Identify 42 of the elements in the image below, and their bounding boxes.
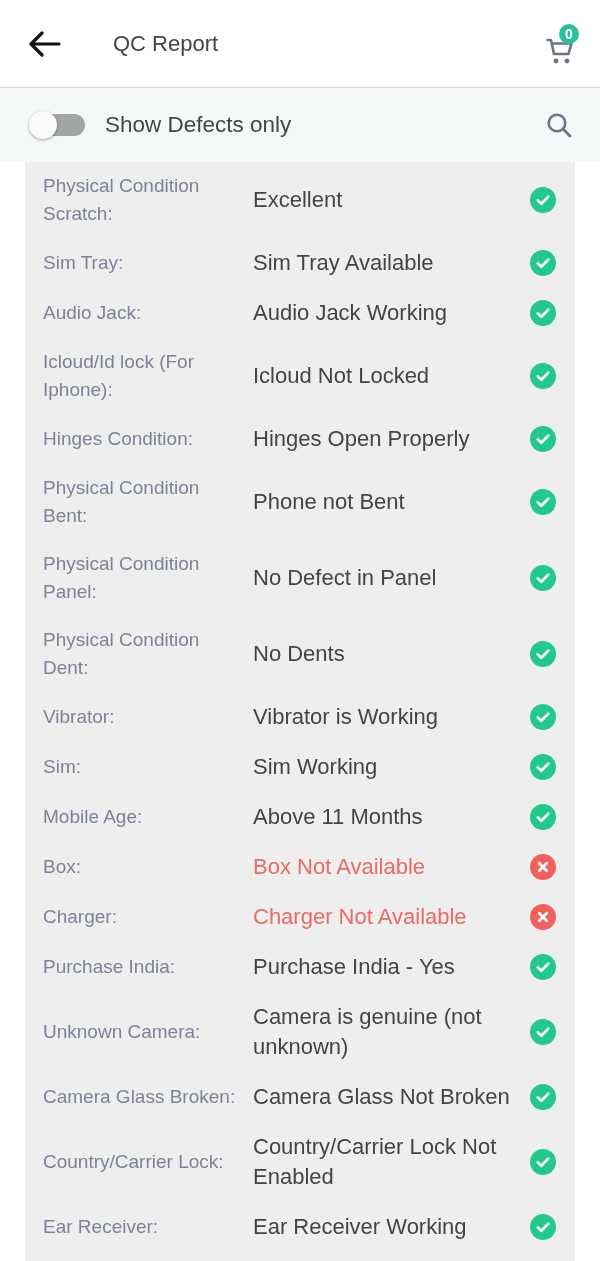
check-result: Country/Carrier Lock Not Enabled — [253, 1133, 498, 1191]
check-result: Camera Glass Not Broken — [253, 1083, 511, 1111]
check-label: Ear Receiver: — [43, 1215, 160, 1239]
check-result: Audio Jack Working — [253, 299, 448, 327]
check-result: Hinges Open Properly — [253, 425, 471, 453]
check-result: Excellent — [253, 186, 344, 214]
check-label: Vibrator: — [43, 705, 116, 729]
check-result: Phone not Bent — [253, 488, 406, 516]
page-title: QC Report — [113, 30, 220, 57]
check-result: Sim Working — [253, 753, 379, 781]
check-label: Sim: — [43, 755, 82, 779]
check-label: Physical Condition Panel: — [43, 552, 201, 604]
check-label: Unknown Camera: — [43, 1020, 202, 1044]
check-result: No Dents — [253, 640, 346, 668]
search-icon[interactable] — [546, 112, 572, 138]
check-label: Country/Carrier Lock: — [43, 1150, 225, 1174]
check-label: Box: — [43, 855, 83, 879]
check-label: Physical Condition Dent: — [43, 628, 201, 680]
defect-result: Charger Not Available — [253, 903, 468, 931]
check-result: Camera is genuine (not unknown) — [253, 1003, 483, 1061]
check-label: Hinges Condition: — [43, 427, 194, 451]
check-result: Above 11 Months — [253, 803, 424, 831]
back-arrow-icon[interactable] — [27, 30, 61, 57]
toggle-label: Show Defects only — [105, 112, 293, 138]
check-result: Icloud Not Locked — [253, 362, 431, 390]
check-label: Physical Condition Bent: — [43, 476, 201, 528]
check-label: Icloud/Id lock (For Iphone): — [43, 350, 195, 402]
check-label: Sim Tray: — [43, 251, 125, 275]
check-label: Mobile Age: — [43, 805, 144, 829]
check-result: Vibrator is Working — [253, 703, 440, 731]
cart-count-badge: 0 — [559, 23, 579, 44]
check-result: No Defect in Panel — [253, 564, 438, 592]
check-label: Charger: — [43, 905, 118, 929]
check-label: Audio Jack: — [43, 301, 143, 325]
toggle-switch[interactable] — [29, 110, 86, 140]
check-label: Physical Condition Scratch: — [43, 174, 201, 226]
check-result: Ear Receiver Working — [253, 1213, 468, 1241]
check-label: Camera Glass Broken: — [43, 1085, 237, 1109]
check-result: Purchase India - Yes — [253, 953, 456, 981]
defect-result: Box Not Available — [253, 853, 427, 881]
check-result: Sim Tray Available — [253, 249, 435, 277]
check-label: Purchase India: — [43, 955, 177, 979]
